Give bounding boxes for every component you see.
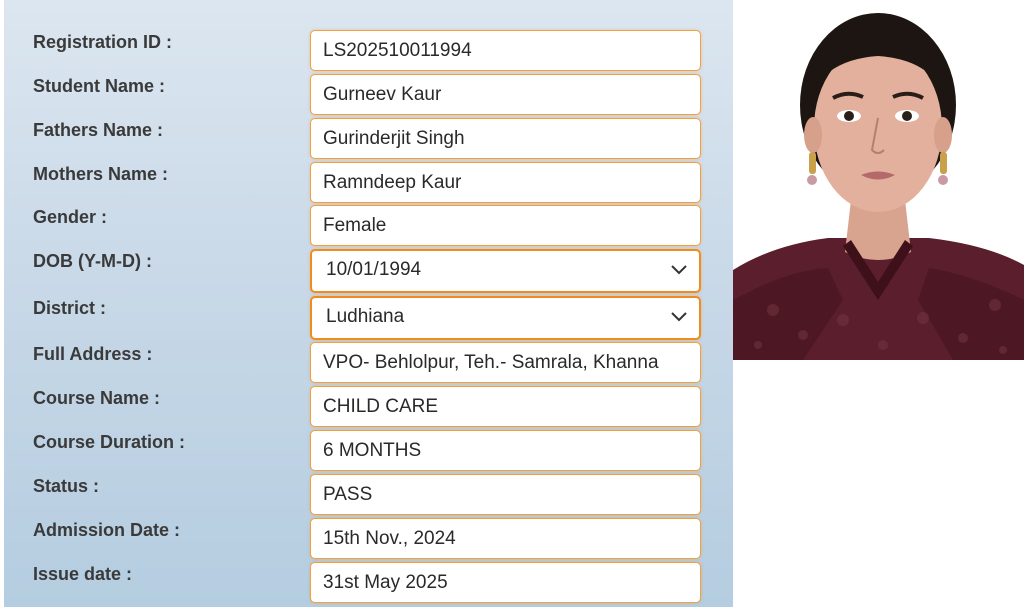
district-select[interactable]: Ludhiana — [310, 296, 701, 340]
fathers-name-field[interactable]: Gurinderjit Singh — [310, 118, 701, 159]
student-name-field[interactable]: Gurneev Kaur — [310, 74, 701, 115]
row-course-name: Course Name : CHILD CARE — [0, 386, 733, 430]
row-gender: Gender : Female — [0, 205, 733, 249]
issue-date-label: Issue date : — [33, 564, 133, 584]
admission-date-label: Admission Date : — [33, 520, 181, 540]
status-field[interactable]: PASS — [310, 474, 701, 515]
chevron-down-icon — [671, 265, 687, 275]
dob-value: 10/01/1994 — [326, 259, 422, 280]
row-district: District : Ludhiana — [0, 296, 733, 340]
row-mothers-name: Mothers Name : Ramndeep Kaur — [0, 162, 733, 206]
course-duration-field[interactable]: 6 MONTHS — [310, 430, 701, 471]
full-address-label: Full Address : — [33, 344, 153, 364]
status-label: Status : — [33, 476, 100, 496]
gender-field[interactable]: Female — [310, 205, 701, 246]
district-value: Ludhiana — [326, 306, 405, 327]
dob-select[interactable]: 10/01/1994 — [310, 249, 701, 293]
registration-id-label: Registration ID : — [33, 32, 173, 52]
row-dob: DOB (Y-M-D) : 10/01/1994 — [0, 249, 733, 293]
course-duration-label: Course Duration : — [33, 432, 186, 452]
row-course-duration: Course Duration : 6 MONTHS — [0, 430, 733, 474]
admission-date-field[interactable]: 15th Nov., 2024 — [310, 518, 701, 559]
gender-label: Gender : — [33, 207, 108, 227]
issue-date-field[interactable]: 31st May 2025 — [310, 562, 701, 603]
course-name-field[interactable]: CHILD CARE — [310, 386, 701, 427]
row-admission-date: Admission Date : 15th Nov., 2024 — [0, 518, 733, 562]
chevron-down-icon — [671, 312, 687, 322]
student-photo — [733, 0, 1024, 360]
course-name-label: Course Name : — [33, 388, 161, 408]
student-details-panel: Registration ID : LS202510011994 Student… — [0, 0, 733, 607]
row-student-name: Student Name : Gurneev Kaur — [0, 74, 733, 118]
row-registration-id: Registration ID : LS202510011994 — [0, 30, 733, 74]
row-issue-date: Issue date : 31st May 2025 — [0, 562, 733, 606]
row-status: Status : PASS — [0, 474, 733, 518]
registration-id-field[interactable]: LS202510011994 — [310, 30, 701, 71]
row-fathers-name: Fathers Name : Gurinderjit Singh — [0, 118, 733, 162]
dob-label: DOB (Y-M-D) : — [33, 251, 152, 271]
student-name-label: Student Name : — [33, 76, 166, 96]
fathers-name-label: Fathers Name : — [33, 120, 164, 140]
mothers-name-label: Mothers Name : — [33, 164, 169, 184]
district-label: District : — [33, 298, 107, 318]
mothers-name-field[interactable]: Ramndeep Kaur — [310, 162, 701, 203]
portrait-image — [733, 0, 1024, 360]
full-address-field[interactable]: VPO- Behlolpur, Teh.- Samrala, Khanna — [310, 342, 701, 383]
row-full-address: Full Address : VPO- Behlolpur, Teh.- Sam… — [0, 342, 733, 386]
